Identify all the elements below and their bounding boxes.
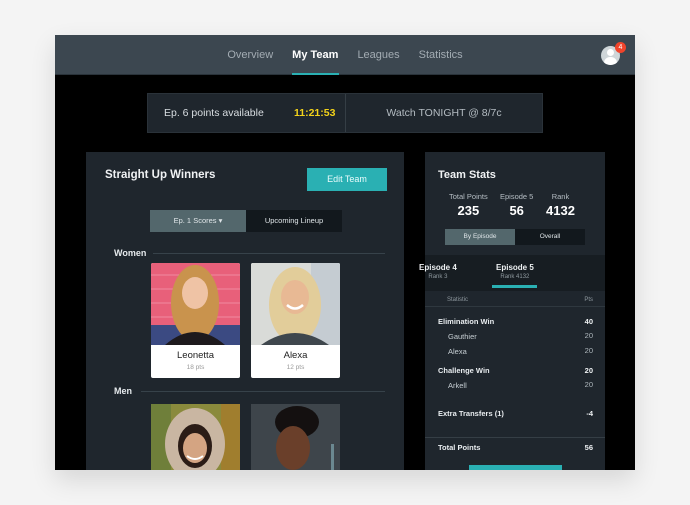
total-points-label: Total Points bbox=[438, 443, 481, 452]
team-panel: Straight Up Winners Edit Team Ep. 1 Scor… bbox=[86, 152, 404, 470]
stat-row-pts: 40 bbox=[584, 317, 593, 326]
total-points-value: 56 bbox=[584, 443, 593, 452]
nav-tab-my-team[interactable]: My Team bbox=[283, 35, 348, 75]
episode-scores-dropdown[interactable]: Ep. 1 Scores ▾ bbox=[150, 210, 246, 232]
upcoming-lineup-tab[interactable]: Upcoming Lineup bbox=[246, 210, 342, 232]
nav-tab-statistics[interactable]: Statistics bbox=[409, 35, 472, 75]
statistic-column-header: Statistic bbox=[447, 297, 469, 303]
player-card-leonetta[interactable]: Leonetta 18 pts bbox=[151, 263, 240, 378]
team-view-toggle: Ep. 1 Scores ▾ Upcoming Lineup bbox=[150, 210, 342, 232]
nav-tabs: Overview My Team Leagues Statistics bbox=[55, 35, 635, 75]
episode-name: Episode 4 bbox=[419, 263, 457, 272]
countdown-timer: 11:21:53 bbox=[294, 107, 336, 119]
player-name: Alexa bbox=[283, 350, 308, 361]
player-card-alexa[interactable]: Alexa 12 pts bbox=[251, 263, 340, 378]
stat-row-label: Gauthier bbox=[448, 332, 477, 341]
stat-row-pts: 20 bbox=[584, 366, 593, 375]
ticker-points-section: Ep. 6 points available 11:21:53 bbox=[148, 94, 346, 132]
stat-row-label: Elimination Win bbox=[438, 317, 495, 326]
women-divider bbox=[153, 253, 385, 254]
stat-row-label: Extra Transfers (1) bbox=[438, 409, 504, 418]
men-divider bbox=[141, 391, 385, 392]
avatar-head bbox=[607, 49, 614, 56]
kpi-label: Total Points bbox=[449, 192, 488, 201]
player-photo-man-2 bbox=[251, 404, 340, 470]
player-points: 12 pts bbox=[286, 364, 305, 371]
stat-row-pts: 20 bbox=[584, 380, 593, 389]
header-divider bbox=[425, 306, 605, 307]
stats-action-button[interactable] bbox=[469, 465, 562, 470]
player-photo-man-1 bbox=[151, 404, 240, 470]
episode-name: Episode 5 bbox=[496, 263, 534, 272]
kpi-total-points: Total Points 235 bbox=[449, 192, 488, 218]
stat-row-label: Alexa bbox=[448, 347, 467, 356]
active-episode-indicator bbox=[492, 285, 537, 288]
player-card-man-1[interactable] bbox=[151, 404, 240, 470]
stats-view-toggle: By Episode Overall bbox=[445, 229, 585, 245]
by-episode-tab[interactable]: By Episode bbox=[445, 229, 515, 245]
points-available-label: Ep. 6 points available bbox=[164, 107, 264, 119]
notification-badge[interactable]: 4 bbox=[615, 42, 626, 53]
kpi-label: Rank bbox=[551, 192, 570, 201]
app-window: Overview My Team Leagues Statistics 4 Ep… bbox=[55, 35, 635, 470]
player-card-man-2[interactable] bbox=[251, 404, 340, 470]
men-section-label: Men bbox=[114, 386, 132, 396]
player-name: Leonetta bbox=[177, 350, 214, 361]
team-stats-title: Team Stats bbox=[438, 169, 496, 181]
stat-row-label: Challenge Win bbox=[438, 366, 490, 375]
episode-tab-5[interactable]: Episode 5 Rank 4132 bbox=[496, 263, 534, 280]
episode-rank: Rank 4132 bbox=[500, 274, 530, 280]
team-stats-panel: Team Stats Total Points 235 Episode 5 56… bbox=[419, 152, 605, 470]
episode-tab-4[interactable]: Episode 4 Rank 3 bbox=[419, 263, 457, 280]
nav-tab-overview[interactable]: Overview bbox=[218, 35, 283, 75]
pts-column-header: Pts bbox=[584, 297, 593, 303]
kpi-value: 56 bbox=[509, 203, 524, 218]
women-section-label: Women bbox=[114, 248, 147, 258]
episode-rank: Rank 3 bbox=[428, 274, 448, 280]
kpi-rank: Rank 4132 bbox=[546, 192, 575, 218]
stat-row-pts: 20 bbox=[584, 346, 593, 355]
top-navigation: Overview My Team Leagues Statistics 4 bbox=[55, 35, 635, 75]
player-points: 18 pts bbox=[186, 364, 205, 371]
stat-row-pts: 20 bbox=[584, 331, 593, 340]
avatar-body bbox=[604, 57, 617, 65]
player-photo-alexa bbox=[251, 263, 340, 345]
stat-row-label: Arkell bbox=[448, 381, 467, 390]
episode-ticker: Ep. 6 points available 11:21:53 Watch TO… bbox=[147, 93, 543, 133]
kpi-value: 4132 bbox=[546, 203, 575, 218]
team-title: Straight Up Winners bbox=[105, 169, 216, 181]
player-photo-leonetta bbox=[151, 263, 240, 345]
overall-tab[interactable]: Overall bbox=[515, 229, 585, 245]
total-divider bbox=[425, 437, 605, 438]
stat-row-pts: -4 bbox=[586, 409, 593, 418]
kpi-episode: Episode 5 56 bbox=[500, 192, 533, 218]
edit-team-button[interactable]: Edit Team bbox=[307, 168, 387, 191]
watch-tonight-label: Watch TONIGHT @ 8/7c bbox=[386, 107, 502, 119]
kpi-value: 235 bbox=[457, 203, 480, 218]
kpi-label: Episode 5 bbox=[500, 192, 534, 201]
nav-tab-leagues[interactable]: Leagues bbox=[348, 35, 409, 75]
